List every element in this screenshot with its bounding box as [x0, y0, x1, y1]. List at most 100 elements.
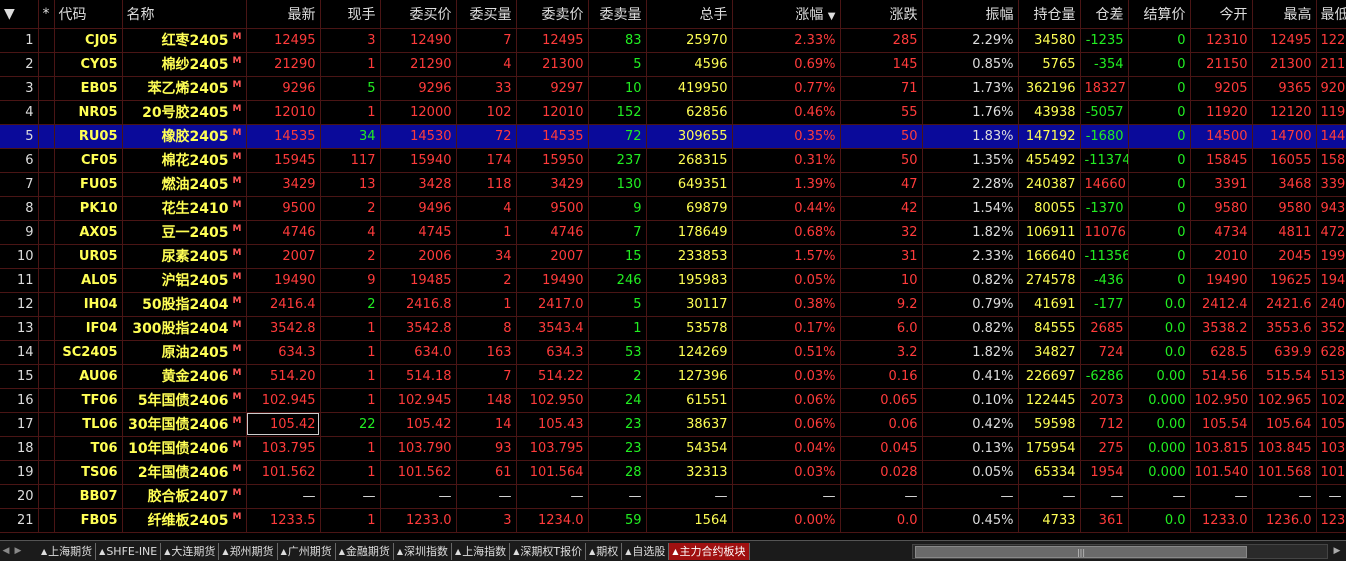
cell-ask[interactable]: — [516, 484, 589, 509]
cell-oi[interactable]: 106911 [1018, 220, 1081, 245]
row-number[interactable]: 1 [0, 28, 39, 53]
cell-pct[interactable]: — [732, 484, 841, 509]
cell-oich[interactable]: -11374 [1080, 148, 1129, 173]
cell-oich[interactable]: -177 [1080, 292, 1129, 317]
cell-settle[interactable]: 0.000 [1128, 388, 1191, 413]
contract-name[interactable]: 棉纱2405 M [122, 52, 247, 77]
cell-askv[interactable]: — [588, 484, 647, 509]
cell-bid[interactable]: 102.945 [380, 388, 457, 413]
cell-pct[interactable]: 0.51% [732, 340, 841, 365]
cell-cur[interactable]: 4 [320, 220, 381, 245]
contract-name[interactable]: 20号胶2405 M [122, 100, 247, 125]
cell-high[interactable]: 1236.0 [1252, 508, 1317, 533]
row-flag-cell[interactable] [38, 124, 55, 149]
cell-settle[interactable]: 0.000 [1128, 436, 1191, 461]
cell-askv[interactable]: 15 [588, 244, 647, 269]
cell-bid[interactable]: 2416.8 [380, 292, 457, 317]
col-header-bid-vol[interactable]: 委买量 [456, 0, 517, 29]
favorite-column-header[interactable]: * [38, 0, 55, 29]
table-row[interactable]: 21 FB05 纤维板2405 M 1233.5 1 1233.0 3 1234.0 59 1564… [0, 508, 1346, 533]
contract-code[interactable]: RU05 [54, 124, 123, 149]
cell-last[interactable]: 4746 [246, 220, 321, 245]
cell-bidv[interactable]: 1 [456, 292, 517, 317]
table-row[interactable]: 17 TL06 30年国债2406 M 105.42 22 105.42 14 105.43 23… [0, 412, 1346, 437]
tab-3[interactable]: ▲ 郑州期货 [219, 542, 278, 560]
cell-chg[interactable]: 31 [840, 244, 923, 269]
col-header-ask[interactable]: 委卖价 [516, 0, 589, 29]
cell-pct[interactable]: 0.35% [732, 124, 841, 149]
cell-oich[interactable]: -354 [1080, 52, 1129, 77]
cell-cur[interactable]: 117 [320, 148, 381, 173]
cell-cur[interactable]: 1 [320, 364, 381, 389]
table-row[interactable]: 6 CF05 棉花2405 M 15945 117 15940 174 15950 237 2683… [0, 148, 1346, 173]
cell-ask[interactable]: 514.22 [516, 364, 589, 389]
cell-vol[interactable]: 127396 [646, 364, 733, 389]
cell-settle[interactable]: 0.0 [1128, 508, 1191, 533]
tab-1[interactable]: ▲ SHFE-INE [96, 542, 162, 560]
cell-bid[interactable]: 15940 [380, 148, 457, 173]
cell-ask[interactable]: 15950 [516, 148, 589, 173]
cell-settle[interactable]: 0.0 [1128, 340, 1191, 365]
cell-oi[interactable]: 274578 [1018, 268, 1081, 293]
cell-settle[interactable]: 0 [1128, 100, 1191, 125]
cell-oi[interactable]: 226697 [1018, 364, 1081, 389]
cell-pct[interactable]: 0.05% [732, 268, 841, 293]
contract-name[interactable]: 沪铝2405 M [122, 268, 247, 293]
cell-open[interactable]: 9205 [1190, 76, 1253, 101]
row-number[interactable]: 21 [0, 508, 39, 533]
cell-ask[interactable]: 21300 [516, 52, 589, 77]
cell-askv[interactable]: 9 [588, 196, 647, 221]
table-row[interactable]: 12 IH04 50股指2404 M 2416.4 2 2416.8 1 2417.0 5 3011… [0, 292, 1346, 317]
horizontal-scrollbar[interactable]: ||| [912, 544, 1328, 559]
row-flag-cell[interactable] [38, 292, 55, 317]
cell-chg[interactable]: 6.0 [840, 316, 923, 341]
cell-low[interactable]: 12270 [1316, 28, 1346, 53]
cell-chg[interactable]: 285 [840, 28, 923, 53]
cell-ask[interactable]: 2417.0 [516, 292, 589, 317]
cell-pct[interactable]: 0.00% [732, 508, 841, 533]
cell-bid[interactable]: 103.790 [380, 436, 457, 461]
cell-last[interactable]: 101.562 [246, 460, 321, 485]
cell-settle[interactable]: 0 [1128, 148, 1191, 173]
cell-last[interactable]: 15945 [246, 148, 321, 173]
cell-vol[interactable]: 268315 [646, 148, 733, 173]
cell-oi[interactable]: 166640 [1018, 244, 1081, 269]
row-flag-cell[interactable] [38, 364, 55, 389]
cell-settle[interactable]: 0 [1128, 268, 1191, 293]
cell-oich[interactable]: 724 [1080, 340, 1129, 365]
cell-vol[interactable]: 4596 [646, 52, 733, 77]
cell-oi[interactable]: 147192 [1018, 124, 1081, 149]
cell-cur[interactable]: 13 [320, 172, 381, 197]
cell-cur[interactable]: 1 [320, 508, 381, 533]
row-number[interactable]: 11 [0, 268, 39, 293]
row-number[interactable]: 12 [0, 292, 39, 317]
cell-bid[interactable]: 19485 [380, 268, 457, 293]
cell-askv[interactable]: 24 [588, 388, 647, 413]
cell-askv[interactable]: 28 [588, 460, 647, 485]
cell-oich[interactable]: -1680 [1080, 124, 1129, 149]
cell-vol[interactable]: 649351 [646, 172, 733, 197]
row-number[interactable]: 8 [0, 196, 39, 221]
cell-pct[interactable]: 0.38% [732, 292, 841, 317]
cell-chg[interactable]: 0.045 [840, 436, 923, 461]
cell-oi[interactable]: 362196 [1018, 76, 1081, 101]
cell-oich[interactable]: 1954 [1080, 460, 1129, 485]
cell-ask[interactable]: 19490 [516, 268, 589, 293]
cell-high[interactable]: 16055 [1252, 148, 1317, 173]
cell-ask[interactable]: 103.795 [516, 436, 589, 461]
col-header-last[interactable]: 最新 [246, 0, 321, 29]
row-number[interactable]: 10 [0, 244, 39, 269]
cell-open[interactable]: 514.56 [1190, 364, 1253, 389]
row-flag-cell[interactable] [38, 388, 55, 413]
cell-chg[interactable]: 9.2 [840, 292, 923, 317]
cell-open[interactable]: 101.540 [1190, 460, 1253, 485]
cell-oich[interactable]: 275 [1080, 436, 1129, 461]
cell-chg[interactable]: 42 [840, 196, 923, 221]
cell-amp[interactable]: 0.41% [922, 364, 1019, 389]
cell-low[interactable]: 3524.6 [1316, 316, 1346, 341]
cell-vol[interactable]: 1564 [646, 508, 733, 533]
col-header-oi-change[interactable]: 仓差 [1080, 0, 1129, 29]
cell-high[interactable]: 105.64 [1252, 412, 1317, 437]
cell-oi[interactable]: 5765 [1018, 52, 1081, 77]
cell-cur[interactable]: 22 [320, 412, 381, 437]
